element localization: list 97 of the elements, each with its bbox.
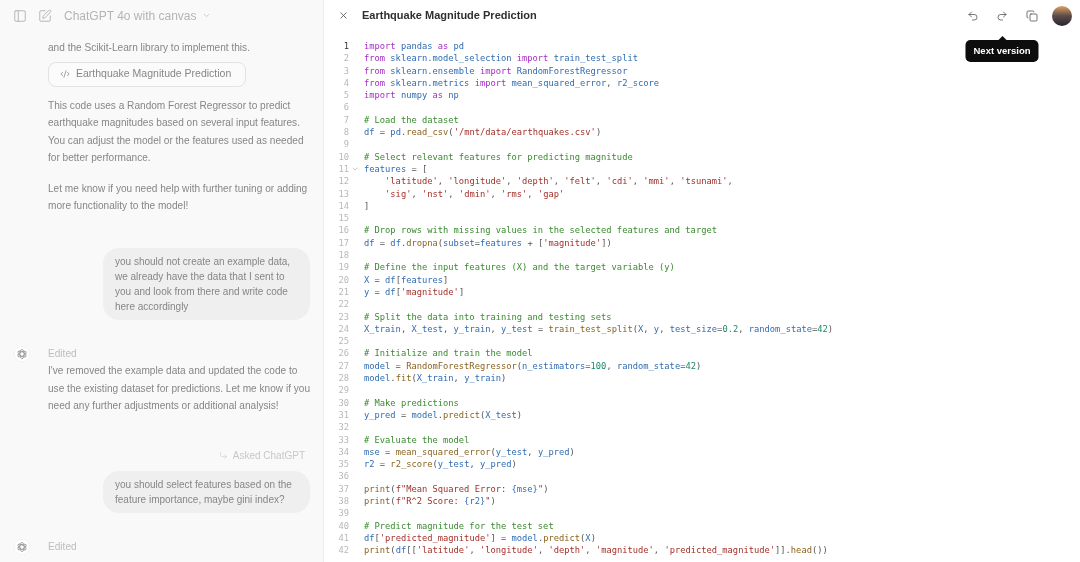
line-number: 26 [337,347,349,360]
line-number: 17 [337,236,349,250]
line-number: 41 [337,531,349,545]
line-number: 8 [342,126,349,139]
line-number: 33 [337,433,349,446]
line-number: 5 [342,89,349,102]
redo-icon[interactable] [996,9,1008,22]
code-line: X_train, X_test, y_train, y_test = train_test_split(X, y, test_size=0.2, random_state=42) [364,322,834,336]
line-number: 15 [337,212,349,225]
code-line: import pandas as pd [364,40,465,53]
line-number: 10 [337,150,349,163]
code-line: model = RandomForestRegressor(n_estimators=100, random_state=42) [364,359,702,372]
line-number: 27 [337,359,349,372]
chevron-down-icon [201,11,211,20]
line-number: 6 [342,101,349,114]
line-number: 40 [337,519,349,532]
line-number: 12 [337,175,349,188]
user-message-bubble: you should not create an example data, we already have the data that I sent to you and look from there and write code here accordingly [103,247,310,320]
edited-label: Edited [48,346,78,361]
message-text: This code uses a Random Forest Regressor to predict earthquake magnitudes based on several input features. You can adjust the model or the features used as needed for better performance. [48,98,305,165]
line-number: 38 [337,495,349,508]
code-line: # Evaluate the model [364,433,470,446]
code-line: df['predicted_magnitude'] = model.predict(X) [364,531,596,545]
line-number: 18 [337,249,349,262]
code-line: ] [364,199,370,213]
line-number: 42 [337,544,349,557]
line-number: 2 [342,52,349,65]
code-line: print(df[['latitude', 'longitude', 'depth', 'magnitude', 'predicted_magnitude']].head()) [364,544,828,557]
line-number: 30 [337,396,349,409]
line-number: 31 [337,408,349,422]
code-line: 'latitude', 'longitude', 'depth', 'felt', 'cdi', 'mmi', 'tsunami', [384,175,733,188]
code-line: mse = mean_squared_error(y_test, y_pred) [364,445,575,459]
line-number: 34 [337,445,349,459]
line-number: 28 [337,372,349,385]
code-line: print(f"Mean Squared Error: {mse}") [364,482,549,495]
user-message-bubble: you should select features based on the feature importance, maybe gini index? [103,470,310,513]
line-number: 9 [342,138,349,151]
line-number: 4 [342,76,349,90]
line-number: 35 [337,458,349,471]
code-line: from sklearn.model_selection import train_test_split [364,52,638,65]
line-number: 37 [337,482,349,495]
code-line: # Predict magnitude for the test set [364,519,554,532]
message-text: I've removed the example data and updated the code to use the existing dataset for predictions. Let me know if you need any further adjustments or additional analysis! [48,364,312,413]
code-line: print(f"R^2 Score: {r2}") [364,495,496,508]
line-number: 14 [337,199,349,213]
copy-icon[interactable] [1026,9,1038,22]
code-line: model.fit(X_train, y_train) [364,372,507,385]
line-number: 21 [337,285,349,299]
undo-icon[interactable] [967,9,979,22]
line-number: 39 [337,507,349,520]
line-number: 36 [337,470,349,483]
code-line: features = [ [364,162,428,176]
code-line: # Define the input features (X) and the target variable (y) [364,261,675,274]
logo-icon [14,345,30,362]
line-number: 29 [337,384,349,397]
code-line: # Split the data into training and testing sets [364,310,612,323]
line-number: 3 [342,64,349,77]
code-line: X = df[features] [364,273,449,286]
line-number: 32 [337,421,349,434]
code-line: df = df.dropna(subset=features + ['magnitude']) [364,236,612,250]
canvas-title: Earthquake Magnitude Prediction [362,8,537,24]
code-line: import numpy as np [364,89,459,102]
corner-arrow-icon [218,450,228,460]
code-line: # Make predictions [364,396,459,409]
code-line: r2 = r2_score(y_test, y_pred) [364,458,517,471]
line-number: 16 [337,224,349,237]
logo-icon [14,538,30,555]
code-icon [60,69,70,79]
close-icon[interactable] [338,10,349,21]
line-number: 25 [337,335,349,348]
code-line: # Initialize and train the model [364,347,533,360]
message-text: and the Scikit-Learn library to implement this. [48,41,251,55]
line-number: 11 [337,162,349,176]
model-selector-button[interactable]: ChatGPT 4o with canvas [64,6,211,25]
line-number: 19 [337,261,349,274]
code-line: from sklearn.metrics import mean_squared_error, r2_score [364,76,660,90]
sidebar-toggle-icon[interactable] [13,8,27,23]
line-number: 13 [337,187,349,200]
code-line: # Drop rows with missing values in the selected features and target [364,224,717,237]
canvas-link-button[interactable]: Earthquake Magnitude Prediction [48,61,247,87]
line-number: 24 [337,322,349,336]
code-line: df = pd.read_csv('/mnt/data/earthquakes.csv') [364,126,602,139]
edited-label: Edited [48,539,77,554]
code-line: y_pred = model.predict(X_test) [364,408,523,422]
code-line: 'sig', 'nst', 'dmin', 'rms', 'gap' [384,187,565,200]
line-number: 22 [337,298,349,311]
line-number: 20 [337,273,349,286]
code-line: # Select relevant features for predicting magnitude [364,150,633,163]
code-line: y = df['magnitude'] [364,285,465,299]
code-line: # Load the dataset [364,113,459,127]
tooltip: Next version [965,35,1039,62]
line-number: 7 [342,113,349,127]
line-number: 23 [337,310,349,323]
code-line: from sklearn.ensemble import RandomForestRegressor [364,64,628,77]
message-text: Let me know if you need help with further tuning or adding more functionality to the model! [48,181,309,213]
avatar-placeholder[interactable] [1052,5,1072,26]
line-number: 1 [342,40,349,53]
